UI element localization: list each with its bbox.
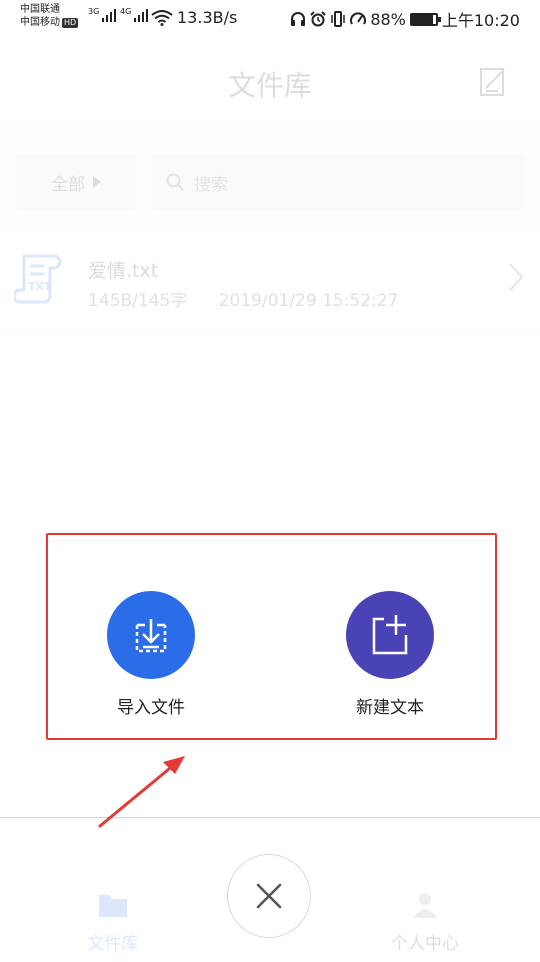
wifi-icon bbox=[151, 10, 173, 26]
triangle-right-icon bbox=[93, 176, 101, 188]
file-size: 145B/145字 bbox=[88, 291, 188, 311]
net-speed: 13.3B/s bbox=[177, 8, 238, 27]
alarm-icon bbox=[310, 11, 327, 27]
folder-icon bbox=[99, 895, 127, 917]
filter-bar: 全部 搜索 bbox=[0, 128, 540, 232]
file-list-item[interactable]: TXT 爱情.txt 145B/145字 2019/01/29 15:52:27 bbox=[0, 232, 540, 332]
import-label: 导入文件 bbox=[117, 698, 185, 718]
carrier-1: 中国联通 bbox=[20, 4, 60, 15]
vibrate-icon bbox=[331, 11, 346, 27]
divider bbox=[0, 817, 540, 818]
person-icon bbox=[413, 893, 437, 918]
new-text-button[interactable] bbox=[346, 591, 434, 679]
import-button[interactable] bbox=[107, 591, 195, 679]
headphones-icon bbox=[291, 12, 306, 26]
search-icon bbox=[166, 173, 184, 191]
carrier-2: 中国移动 bbox=[20, 17, 60, 28]
hd-badge: HD bbox=[62, 17, 79, 28]
new-doc-icon bbox=[372, 615, 408, 655]
battery-icon bbox=[409, 12, 441, 26]
import-file-action[interactable]: 导入文件 bbox=[71, 591, 231, 718]
category-filter-label: 全部 bbox=[51, 174, 85, 195]
tab-label: 文件库 bbox=[87, 934, 139, 954]
battery-percent: 88% bbox=[370, 9, 406, 29]
app-background: 文件库 全部 搜索 TXT 爱情.txt 145B/145字 2019/01/2… bbox=[0, 36, 540, 962]
speed-icon bbox=[350, 12, 367, 25]
close-button[interactable] bbox=[227, 854, 311, 938]
svg-text:TXT: TXT bbox=[28, 280, 52, 293]
file-name: 爱情.txt bbox=[88, 260, 159, 282]
actions-panel: 导入文件 新建文本 bbox=[46, 533, 497, 740]
annotation-arrow-icon bbox=[98, 756, 185, 828]
edit-icon[interactable] bbox=[480, 66, 506, 96]
file-date: 2019/01/29 15:52:27 bbox=[218, 291, 399, 311]
new-text-action[interactable]: 新建文本 bbox=[310, 591, 470, 718]
signal-4g-icon: 4G bbox=[120, 8, 149, 22]
txt-file-icon: TXT bbox=[14, 254, 62, 304]
tab-personal-center[interactable]: 个人中心 bbox=[365, 891, 485, 954]
search-placeholder: 搜索 bbox=[194, 174, 228, 195]
signal-3g-icon: 3G bbox=[88, 8, 117, 22]
app-header: 文件库 bbox=[0, 36, 540, 128]
search-input[interactable]: 搜索 bbox=[152, 154, 524, 210]
tab-label: 个人中心 bbox=[391, 934, 459, 954]
page-title: 文件库 bbox=[227, 69, 312, 102]
tab-file-library[interactable]: 文件库 bbox=[53, 891, 173, 954]
status-bar: 中国联通 中国移动 HD 3G 4G 13.3B/s 88% 上午10:20 bbox=[0, 0, 540, 36]
import-icon bbox=[135, 619, 167, 653]
chevron-right-icon bbox=[509, 263, 524, 291]
new-text-label: 新建文本 bbox=[356, 698, 424, 718]
category-filter-button[interactable]: 全部 bbox=[16, 154, 136, 210]
carrier-info: 中国联通 中国移动 HD bbox=[20, 3, 79, 29]
close-icon bbox=[256, 883, 282, 909]
clock: 上午10:20 bbox=[441, 11, 520, 30]
